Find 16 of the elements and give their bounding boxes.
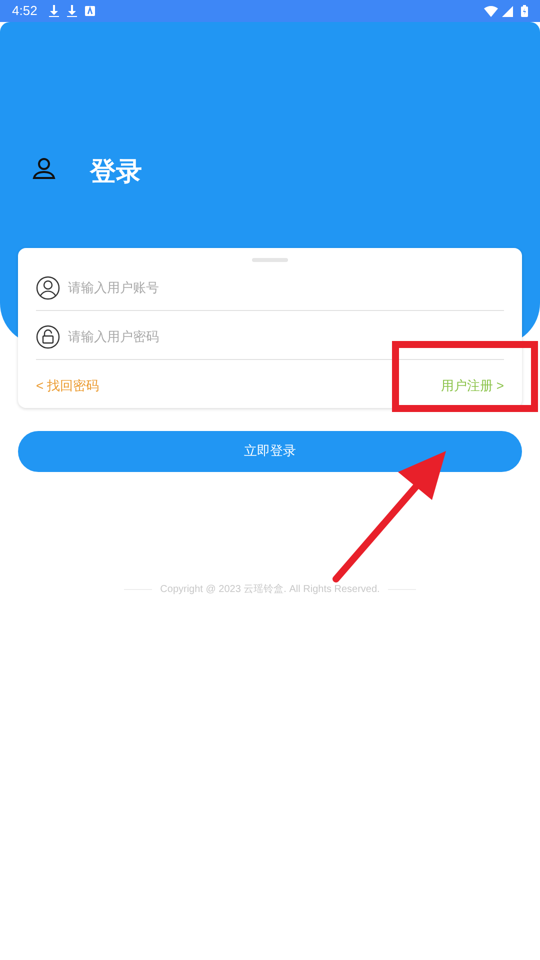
forgot-password-link[interactable]: < 找回密码	[36, 376, 100, 396]
download-icon	[67, 5, 78, 17]
input-field[interactable]: 请输入用户密码	[68, 326, 504, 346]
user-icon	[32, 156, 56, 180]
status-time: 4:52	[12, 2, 38, 20]
wifi-icon	[484, 6, 498, 16]
input-field[interactable]: 请输入用户账号	[68, 278, 504, 298]
page-title: 登录	[90, 156, 142, 186]
login-button[interactable]: 立即登录	[18, 430, 522, 472]
notification-icon	[85, 6, 96, 16]
user-icon	[36, 276, 60, 300]
signal-icon	[502, 6, 513, 16]
download-icon	[49, 5, 60, 17]
lock-icon	[36, 324, 60, 348]
register-link[interactable]: 用户注册 >	[440, 376, 504, 396]
battery-icon	[521, 5, 528, 17]
